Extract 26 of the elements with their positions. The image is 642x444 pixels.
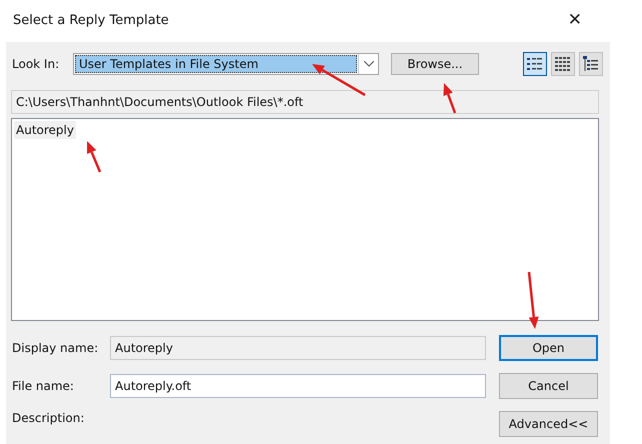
close-button[interactable]: ✕ [568,8,582,34]
look-in-label: Look In: [11,56,60,73]
chevron-down-icon [364,61,374,67]
annotation-arrow [312,64,366,96]
view-button[interactable] [579,52,603,76]
grid-view-icon [555,57,571,71]
view-button[interactable] [523,52,547,76]
display-name-label: Display name: [11,340,100,357]
dialog-button[interactable]: Advanced<< [499,411,598,437]
list-view-icon [527,57,543,71]
window-title: Select a Reply Template [13,12,169,30]
dialog-button[interactable]: Open [499,335,598,361]
annotation-arrow [87,141,102,172]
tree-view-icon [583,56,599,72]
look-in-dropdown[interactable]: User Templates in File System [73,53,379,75]
view-button[interactable] [551,52,575,76]
dialog-button[interactable]: Cancel [499,373,598,399]
annotation-arrow [528,272,539,329]
display-name-field: Autoreply [110,336,486,360]
file-name-label: File name: [11,378,75,395]
file-list-item[interactable]: Autoreply [14,121,76,139]
browse-button[interactable]: Browse... [391,53,479,75]
file-name-field[interactable]: Autoreply.oft [110,374,486,398]
path-field: C:\Users\Thanhnt\Documents\Outlook Files\*.oft [11,90,599,114]
description-label: Description: [11,410,84,427]
annotation-arrow [443,83,456,114]
